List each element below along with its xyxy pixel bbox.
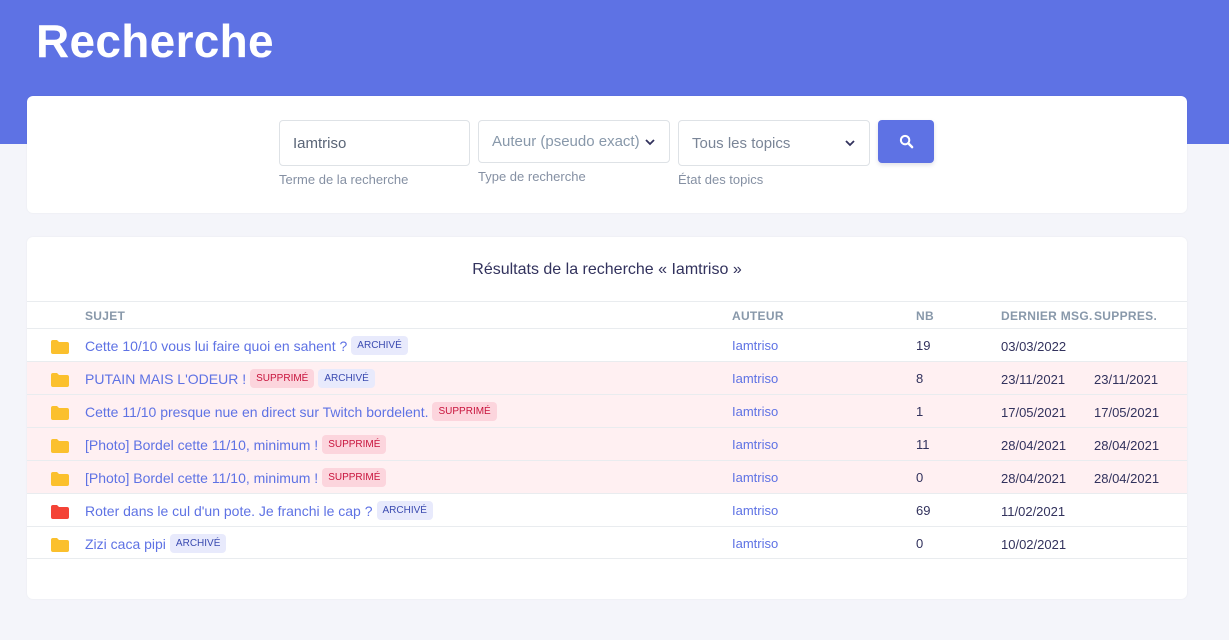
column-last-message: DERNIER MSG. (1001, 309, 1093, 323)
author-link[interactable]: Iamtriso (732, 470, 778, 485)
topic-subject: Roter dans le cul d'un pote. Je franchi … (85, 501, 437, 520)
topic-link[interactable]: Cette 10/10 vous lui faire quoi en sahen… (85, 338, 347, 354)
search-term-help: Terme de la recherche (279, 172, 409, 187)
deletion-date: 28/04/2021 (1094, 471, 1160, 486)
table-row: [Photo] Bordel cette 11/10, minimum ! SUP… (27, 427, 1187, 460)
search-icon (899, 134, 913, 149)
table-row: [Photo] Bordel cette 11/10, minimum ! SUP… (27, 460, 1187, 493)
topic-subject: Cette 11/10 presque nue en direct sur Tw… (85, 402, 501, 421)
column-author: AUTEUR (732, 309, 784, 323)
message-count: 8 (916, 371, 924, 386)
folder-icon (51, 406, 69, 420)
topic-link[interactable]: Roter dans le cul d'un pote. Je franchi … (85, 503, 373, 519)
column-subject: SUJET (85, 309, 126, 323)
status-badge: SUPPRIMÉ (432, 402, 497, 421)
search-type-value: Auteur (pseudo exact) (492, 133, 640, 150)
message-count: 19 (916, 338, 931, 353)
message-count: 1 (916, 404, 924, 419)
topic-link[interactable]: PUTAIN MAIS L'ODEUR ! (85, 371, 246, 387)
last-message-date: 28/04/2021 (1001, 471, 1067, 486)
message-count: 0 (916, 470, 924, 485)
results-card: Résultats de la recherche « Iamtriso » S… (27, 237, 1187, 599)
last-message-date: 10/02/2021 (1001, 537, 1067, 552)
topic-link[interactable]: Zizi caca pipi (85, 536, 166, 552)
last-message-date: 03/03/2022 (1001, 339, 1067, 354)
folder-icon (51, 439, 69, 453)
results-title: Résultats de la recherche « Iamtriso » (472, 261, 742, 278)
column-nb: NB (916, 309, 934, 323)
status-badge: ARCHIVÉ (351, 336, 408, 355)
folder-icon (51, 505, 69, 519)
topic-state-value: Tous les topics (692, 134, 791, 152)
topic-link[interactable]: Cette 11/10 presque nue en direct sur Tw… (85, 404, 428, 420)
last-message-date: 28/04/2021 (1001, 438, 1067, 453)
column-deleted: SUPPRES. (1094, 309, 1158, 323)
table-row: PUTAIN MAIS L'ODEUR ! SUPPRIMÉ ARCHIVÉ Iamt… (27, 361, 1187, 394)
table-row: Cette 10/10 vous lui faire quoi en sahen… (27, 328, 1187, 361)
author-link[interactable]: Iamtriso (732, 437, 778, 452)
author-link[interactable]: Iamtriso (732, 404, 778, 419)
topic-subject: PUTAIN MAIS L'ODEUR ! SUPPRIMÉ ARCHIVÉ (85, 369, 379, 388)
author-link[interactable]: Iamtriso (732, 536, 778, 551)
table-row: Cette 11/10 presque nue en direct sur Tw… (27, 394, 1187, 427)
search-type-help: Type de recherche (478, 169, 586, 184)
status-badge: SUPPRIMÉ (250, 369, 315, 388)
status-badge: ARCHIVÉ (318, 369, 375, 388)
table-row: Roter dans le cul d'un pote. Je franchi … (27, 493, 1187, 526)
status-badge: SUPPRIMÉ (322, 468, 387, 487)
search-card: Terme de la recherche Auteur (pseudo exa… (27, 96, 1187, 213)
author-link[interactable]: Iamtriso (732, 371, 778, 386)
message-count: 11 (916, 437, 930, 452)
folder-icon (51, 373, 69, 387)
topic-subject: [Photo] Bordel cette 11/10, minimum ! SUP… (85, 468, 390, 487)
chevron-down-icon (645, 138, 655, 145)
deletion-date: 17/05/2021 (1094, 405, 1160, 420)
search-type-select[interactable]: Auteur (pseudo exact) (478, 120, 670, 163)
status-badge: ARCHIVÉ (169, 534, 227, 553)
deletion-date: 28/04/2021 (1094, 438, 1160, 453)
topic-subject: [Photo] Bordel cette 11/10, minimum ! SUP… (85, 435, 390, 454)
page-title: Recherche (36, 15, 274, 67)
folder-icon (51, 538, 69, 552)
topic-link[interactable]: [Photo] Bordel cette 11/10, minimum ! (85, 470, 318, 486)
deletion-date: 23/11/2021 (1094, 372, 1159, 387)
message-count: 69 (916, 503, 931, 518)
last-message-date: 17/05/2021 (1001, 405, 1067, 420)
folder-icon (51, 340, 69, 354)
topic-state-select[interactable]: Tous les topics (678, 120, 870, 166)
results-table-header: SUJET AUTEUR NB DERNIER MSG. SUPPRES. (27, 301, 1187, 328)
chevron-down-icon (845, 140, 855, 147)
last-message-date: 11/02/2021 (1001, 504, 1066, 519)
status-badge: SUPPRIMÉ (322, 435, 387, 454)
topic-state-help: État des topics (678, 172, 764, 187)
status-badge: ARCHIVÉ (376, 501, 433, 520)
topic-subject: Cette 10/10 vous lui faire quoi en sahen… (85, 336, 412, 355)
topic-subject: Zizi caca pipi ARCHIVÉ (85, 534, 230, 553)
search-button[interactable] (878, 120, 934, 163)
last-message-date: 23/11/2021 (1001, 372, 1066, 387)
message-count: 0 (916, 536, 924, 551)
folder-icon (51, 472, 69, 486)
search-term-input[interactable] (279, 120, 470, 166)
topic-link[interactable]: [Photo] Bordel cette 11/10, minimum ! (85, 437, 318, 453)
table-row: Zizi caca pipi ARCHIVÉ Iamtriso 0 10/02/2021 (27, 526, 1187, 559)
author-link[interactable]: Iamtriso (732, 338, 778, 353)
author-link[interactable]: Iamtriso (732, 503, 778, 518)
